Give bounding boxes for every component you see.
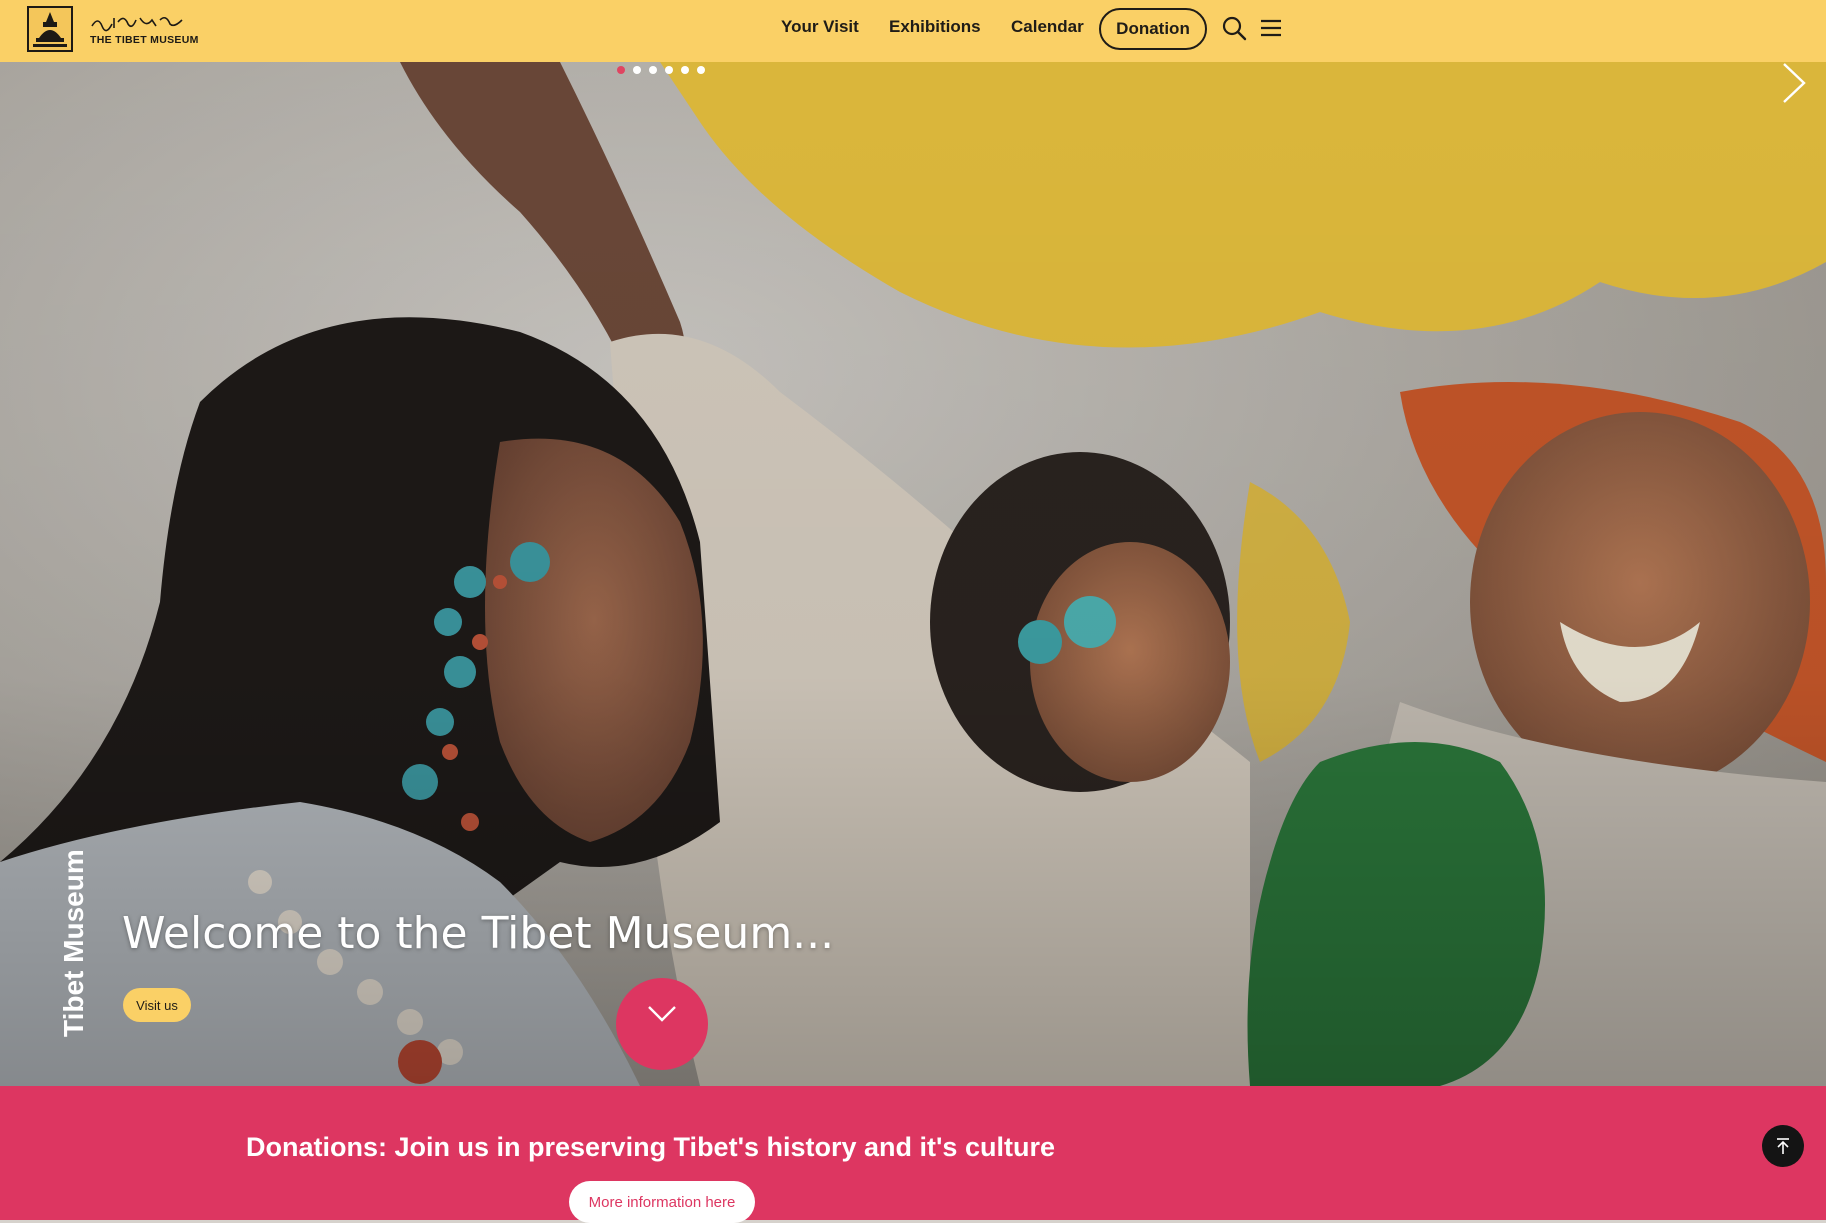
- nav-calendar[interactable]: Calendar: [1011, 17, 1084, 37]
- back-to-top-button[interactable]: [1762, 1125, 1804, 1167]
- slider-dot-2[interactable]: [633, 66, 641, 74]
- slider-dot-5[interactable]: [681, 66, 689, 74]
- logo-text: THE TIBET MUSEUM: [90, 34, 199, 46]
- museum-logo[interactable]: [27, 6, 73, 52]
- nav-your-visit[interactable]: Your Visit: [781, 17, 859, 37]
- hero-slider: Tibet Museum Welcome to the Tibet Museum…: [0, 62, 1826, 1086]
- donation-banner-title: Donations: Join us in preserving Tibet's…: [246, 1132, 1055, 1162]
- stupa-logo-icon: [33, 12, 67, 47]
- arrow-up-to-top-icon: [1777, 1138, 1789, 1154]
- visit-us-button[interactable]: Visit us: [123, 988, 191, 1022]
- more-information-button[interactable]: More information here: [569, 1181, 755, 1223]
- search-icon[interactable]: [1221, 15, 1247, 41]
- hero-headline: Welcome to the Tibet Museum...: [122, 908, 835, 959]
- slider-dot-4[interactable]: [665, 66, 673, 74]
- donation-banner: Donations: Join us in preserving Tibet's…: [0, 1086, 1826, 1223]
- slider-dots: [617, 66, 705, 74]
- slider-dot-1[interactable]: [617, 66, 625, 74]
- site-header: THE TIBET MUSEUM Your Visit Exhibitions …: [0, 0, 1826, 62]
- chevron-right-icon[interactable]: [1776, 62, 1810, 108]
- slider-dot-6[interactable]: [697, 66, 705, 74]
- scroll-down-button[interactable]: [616, 978, 708, 1070]
- hamburger-menu-icon[interactable]: [1258, 15, 1284, 41]
- slider-dot-3[interactable]: [649, 66, 657, 74]
- tibetan-script-logo-icon: [91, 16, 183, 32]
- vertical-site-title: Tibet Museum: [58, 849, 89, 1037]
- donation-button[interactable]: Donation: [1099, 8, 1207, 50]
- nav-exhibitions[interactable]: Exhibitions: [889, 17, 981, 37]
- chevron-down-icon: [648, 1006, 676, 1022]
